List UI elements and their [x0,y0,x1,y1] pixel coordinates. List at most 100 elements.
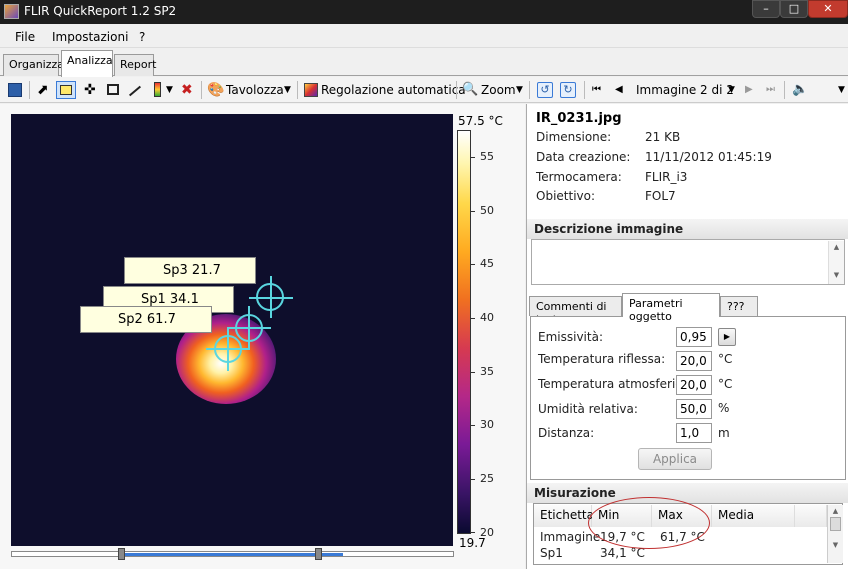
distance-input[interactable]: 1,0 [676,423,712,443]
next-image-icon[interactable]: ▶ [745,81,753,99]
scale-tick-label: 45 [480,257,494,270]
auto-adjust-icon [304,83,318,97]
scale-tick-label: 40 [480,311,494,324]
thermal-image[interactable]: Sp3 21.7 Sp1 34.1 Sp2 61.7 [11,114,453,546]
spot-tool-icon[interactable] [56,81,76,99]
scroll-up-icon[interactable]: ▲ [828,507,843,515]
tab-commenti[interactable]: Commenti di testo [529,296,622,326]
tab-parametri[interactable]: Parametri oggetto [622,293,720,323]
distance-label: Distanza: [538,426,595,440]
slider-handle-right[interactable] [315,548,322,560]
tab-report[interactable]: Report [114,54,156,76]
isotherm-icon[interactable] [154,82,161,97]
reflected-temp-input[interactable]: 20,0 [676,351,712,371]
table-cell: Sp1 [540,546,563,560]
apply-button[interactable]: Applica [638,448,712,470]
scroll-down-icon[interactable]: ▼ [829,271,844,279]
scale-tick [471,425,475,426]
pointer-icon[interactable]: ⬈ [37,81,49,99]
separator [201,81,202,99]
menu-help[interactable]: ? [139,30,145,44]
spot-sp1-crosshair [227,327,271,329]
maximize-button[interactable]: □ [780,0,808,18]
menu-impostazioni[interactable]: Impostazioni [52,30,128,44]
tavolozza-button[interactable]: Tavolozza [226,81,284,99]
info-value-size: 21 KB [645,130,681,144]
reflected-temp-label: Temperatura riflessa: [538,352,666,366]
distance-unit: m [718,426,730,440]
close-button[interactable]: ✕ [808,0,848,18]
measurement-scrollbar[interactable]: ▲ ▼ [827,505,843,563]
slider-handle-left[interactable] [118,548,125,560]
scroll-down-icon[interactable]: ▼ [828,541,843,549]
menu-file[interactable]: File [15,30,35,44]
description-textarea[interactable] [531,239,845,285]
emissivity-picker-button[interactable]: ▶ [718,328,736,346]
temperature-scale [457,130,471,534]
atmospheric-temp-input[interactable]: 20,0 [676,375,712,395]
app-icon [4,4,19,19]
level-span-range [123,553,343,556]
scale-tick-label: 35 [480,365,494,378]
scale-tick-label: 20 [480,526,494,539]
minimize-button[interactable]: – [752,0,780,18]
humidity-input[interactable]: 50,0 [676,399,712,419]
toolbar-overflow-icon[interactable]: ▼ [838,81,845,99]
auto-adjust-button[interactable]: Regolazione automatica [321,81,466,99]
tab-extra[interactable]: ??? [720,296,758,316]
chevron-down-icon[interactable]: ▼ [516,81,523,99]
info-label-date: Data creazione: [536,150,631,164]
spot-sp3-label: Sp3 21.7 [124,257,256,284]
file-name: IR_0231.jpg [536,111,622,126]
info-label-size: Dimensione: [536,130,612,144]
column-header-etichetta[interactable]: Etichetta [534,505,594,527]
separator [784,81,785,99]
atmospheric-temp-label: Temperatura atmosferica: [538,377,694,391]
rotate-right-icon[interactable]: ↻ [560,82,576,98]
highlight-annotation [588,497,710,549]
tab-analizza[interactable]: Analizza [61,50,113,77]
zoom-icon: 🔍 [462,82,479,97]
tab-organizza[interactable]: Organizza [3,54,64,76]
column-header-filler [795,505,827,527]
info-value-lens: FOL7 [645,189,676,203]
previous-image-icon[interactable]: ◀ [615,81,623,99]
scale-tick [471,532,475,533]
reflected-temp-unit: °C [718,352,733,366]
rotate-left-icon[interactable]: ↺ [537,82,553,98]
scroll-up-icon[interactable]: ▲ [829,243,844,251]
save-icon[interactable] [8,83,22,97]
info-label-lens: Obiettivo: [536,189,596,203]
window-title: FLIR QuickReport 1.2 SP2 [24,4,177,18]
scale-tick-label: 55 [480,150,494,163]
delete-icon[interactable]: ✖ [181,81,193,99]
last-image-icon[interactable]: ⏭ [766,81,775,99]
toolbar: ⬈ ✜ ▼ ✖ 🎨 Tavolozza ▼ Regolazione automa… [0,77,848,103]
palette-icon: 🎨 [207,82,225,98]
scale-tick-label: 50 [480,204,494,217]
separator [584,81,585,99]
info-value-camera: FLIR_i3 [645,170,688,184]
chevron-down-icon[interactable]: ▼ [728,81,735,99]
separator [456,81,457,99]
scroll-thumb[interactable] [830,517,841,531]
scale-tick [471,372,475,373]
chevron-down-icon[interactable]: ▼ [284,81,291,99]
line-icon[interactable] [128,85,142,97]
description-scrollbar[interactable]: ▲ ▼ [828,241,844,284]
scale-tick [471,211,475,212]
first-image-icon[interactable]: ⏮ [592,81,601,99]
spot-sp3-crosshair [249,297,293,299]
chevron-down-icon[interactable]: ▼ [166,81,173,99]
speaker-icon[interactable]: 🔈 [792,81,808,99]
title-bar: FLIR QuickReport 1.2 SP2 – □ ✕ [0,0,848,24]
separator [29,81,30,99]
zoom-button[interactable]: Zoom [481,81,516,99]
column-header-media[interactable]: Media [712,505,795,527]
box-icon[interactable] [107,84,119,95]
image-counter[interactable]: Immagine 2 di 2 [636,81,734,99]
emissivity-input[interactable]: 0,95 [676,327,712,347]
info-value-date: 11/11/2012 01:45:19 [645,150,772,164]
spot-sp2-crosshair [206,348,250,350]
crosshair-icon[interactable]: ✜ [84,81,96,99]
